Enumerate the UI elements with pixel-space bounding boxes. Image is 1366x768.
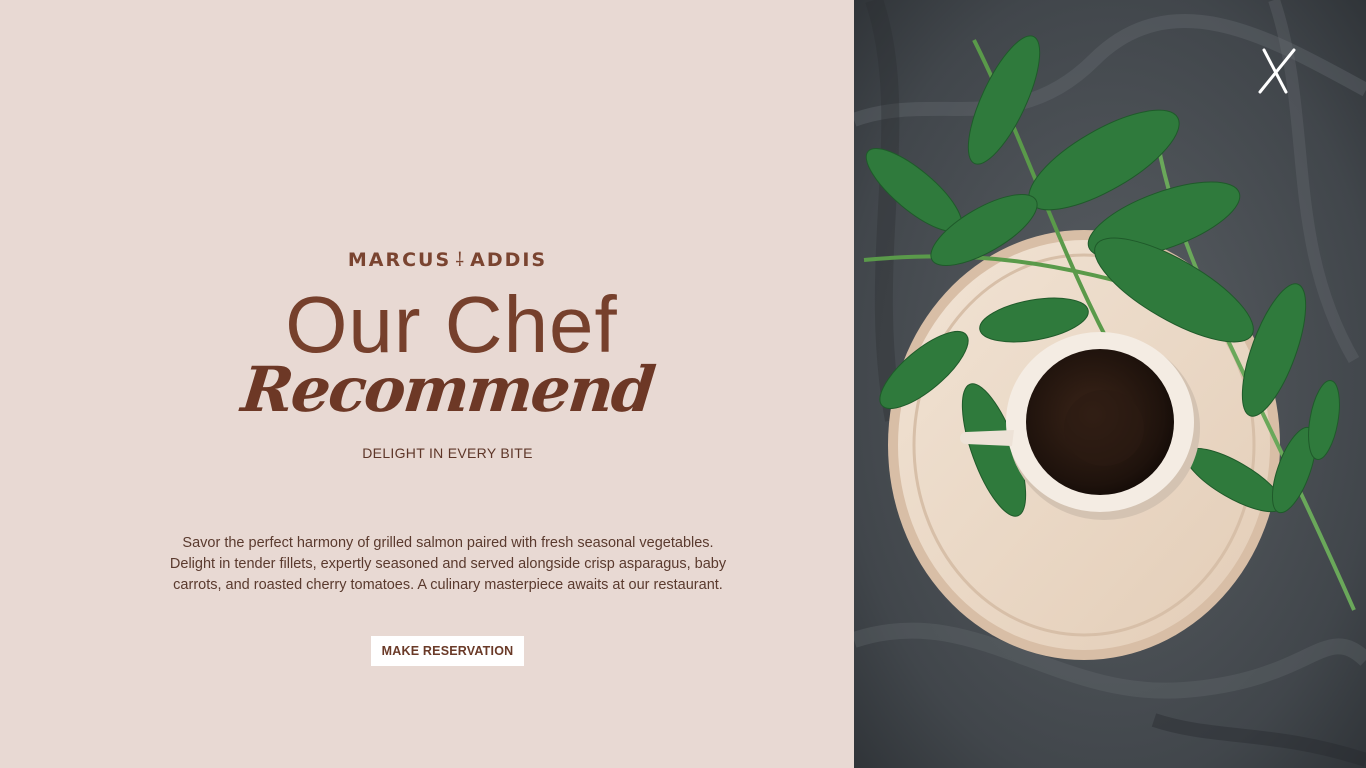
coffee-photo (854, 0, 1366, 768)
brand-name-right: ADDIS (470, 249, 548, 271)
page-subtitle-script: Recommend (238, 353, 657, 426)
brand-name-left: MARCUS (347, 249, 452, 271)
content-panel: MARCUS ⸸ ADDIS Our Chef Recommend DELIGHT … (0, 0, 854, 768)
tagline: DELIGHT IN EVERY BITE (362, 445, 533, 461)
promo-page: MARCUS ⸸ ADDIS Our Chef Recommend DELIGHT … (0, 0, 1366, 768)
brand-logo: MARCUS ⸸ ADDIS (0, 246, 895, 272)
close-button[interactable] (1256, 44, 1300, 96)
photo-panel (854, 0, 1366, 768)
description: Savor the perfect harmony of grilled sal… (169, 534, 727, 593)
close-icon (1258, 48, 1296, 94)
brand-mark: ⸸ (455, 249, 467, 271)
make-reservation-button[interactable]: MAKE RESERVATION (371, 636, 524, 666)
